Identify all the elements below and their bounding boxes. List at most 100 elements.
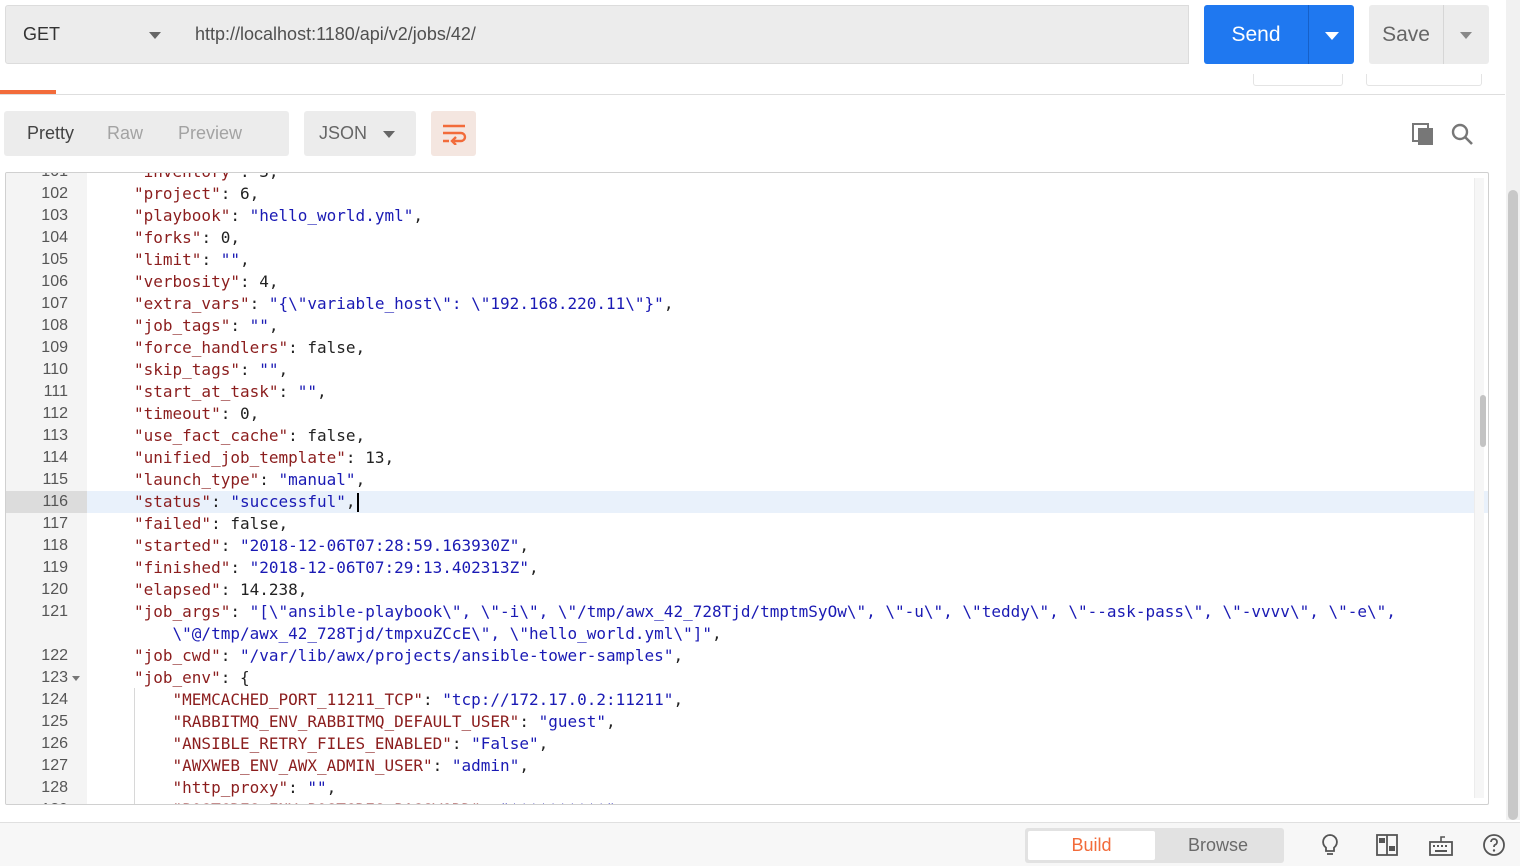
code-line[interactable]: 101 "inventory": 3, [6,173,1488,183]
code-line[interactable]: 114 "unified_job_template": 13, [6,447,1488,469]
json-string: "hello_world.yml" [249,206,414,225]
search-icon[interactable] [1450,122,1474,146]
code-line[interactable]: 116 "status": "successful", [6,491,1488,513]
two-pane-icon[interactable] [1375,833,1399,857]
json-key: "launch_type" [134,470,260,489]
code-line[interactable]: 126 "ANSIBLE_RETRY_FILES_ENABLED": "Fals… [6,733,1488,755]
method-select[interactable]: GET [5,5,180,64]
code-line[interactable]: 127 "AWXWEB_ENV_AWX_ADMIN_USER": "admin"… [6,755,1488,777]
editor-scrollbar[interactable] [1474,178,1484,798]
code-line[interactable]: 105 "limit": "", [6,249,1488,271]
json-key: "extra_vars" [134,294,250,313]
json-key: "started" [134,536,221,555]
json-key: "inventory" [134,173,240,181]
line-code: "force_handlers": false, [134,337,365,359]
code-line[interactable]: 112 "timeout": 0, [6,403,1488,425]
code-line[interactable]: 122 "job_cwd": "/var/lib/awx/projects/ans… [6,645,1488,667]
line-number: 111 [43,383,68,400]
line-code: "start_at_task": "", [134,381,327,403]
json-punct: : [201,250,221,269]
json-punct: , [239,250,250,269]
browse-button[interactable]: Browse [1155,831,1281,860]
code-line[interactable]: 119 "finished": "2018-12-06T07:29:13.4023… [6,557,1488,579]
json-string: "successful" [230,492,346,511]
code-line[interactable]: 128 "http_proxy": "", [6,777,1488,799]
line-code: "job_args": "[\"ansible-playbook\", \"-i… [134,601,1396,623]
json-key: "AWXWEB_ENV_AWX_ADMIN_USER" [134,756,433,775]
line-code: "use_fact_cache": false, [134,425,365,447]
url-input[interactable]: http://localhost:1180/api/v2/jobs/42/ [179,5,1189,64]
json-punct: , [326,778,337,797]
code-line[interactable]: 115 "launch_type": "manual", [6,469,1488,491]
tab-raw[interactable]: Raw [74,123,143,144]
format-select[interactable]: JSON [304,111,416,156]
build-browse-toggle: Build Browse [1025,828,1284,863]
code-line[interactable]: 111 "start_at_task": "", [6,381,1488,403]
fold-toggle-icon[interactable] [72,676,80,681]
tab-preview[interactable]: Preview [143,123,242,144]
code-line[interactable]: 124 "MEMCACHED_PORT_11211_TCP": "tcp://1… [6,689,1488,711]
code-line[interactable]: 118 "started": "2018-12-06T07:28:59.16393… [6,535,1488,557]
text-cursor [356,493,359,512]
send-button[interactable]: Send [1204,5,1308,64]
json-punct: : 13, [345,448,395,467]
send-options-button[interactable] [1308,5,1354,64]
code-line[interactable]: 120 "elapsed": 14.238, [6,579,1488,601]
code-line[interactable]: 117 "failed": false, [6,513,1488,535]
line-number: 120 [41,581,68,598]
keyboard-icon[interactable] [1429,833,1453,857]
code-line[interactable]: 121 "job_args": "[\"ansible-playbook\", \… [6,601,1488,623]
line-code: "project": 6, [134,183,259,205]
line-number: 122 [41,647,68,664]
json-key: "failed" [134,514,212,533]
code-line[interactable]: 125 "RABBITMQ_ENV_RABBITMQ_DEFAULT_USER"… [6,711,1488,733]
code-line[interactable]: 104 "forks": 0, [6,227,1488,249]
copy-icon[interactable] [1411,122,1435,146]
code-line[interactable]: 109 "force_handlers": false, [6,337,1488,359]
code-line[interactable]: 102 "project": 6, [6,183,1488,205]
help-icon[interactable] [1482,833,1506,857]
json-punct: , [616,800,626,804]
line-number: 119 [42,559,68,576]
json-punct: , [711,624,722,643]
save-button[interactable]: Save [1369,5,1443,64]
line-code: "ANSIBLE_RETRY_FILES_ENABLED": "False", [134,733,549,755]
tab-pretty[interactable]: Pretty [4,123,74,144]
line-number: 124 [41,691,68,708]
code-line[interactable]: 129 "POSTGRES_ENV_POSTGRES_PASSWORD": "*… [6,799,1488,804]
build-button[interactable]: Build [1028,831,1155,860]
code-line[interactable]: \"@/tmp/awx_42_728Tjd/tmpxuZCcE\", \"hel… [6,623,1488,645]
json-key: "MEMCACHED_PORT_11211_TCP" [134,690,423,709]
save-options-button[interactable] [1443,5,1489,64]
json-string: "**********" [500,800,616,804]
code-line[interactable]: 106 "verbosity": 4, [6,271,1488,293]
line-code: "limit": "", [134,249,250,271]
json-punct: : 4, [239,272,279,291]
response-body-editor[interactable]: 101 "inventory": 3, 102 "project": 6, 103 "pl… [5,172,1489,805]
editor-scrollbar-thumb[interactable] [1480,395,1486,447]
code-line[interactable]: 110 "skip_tags": "", [6,359,1488,381]
json-string: "admin" [451,756,520,775]
line-code: "job_cwd": "/var/lib/awx/projects/ansibl… [134,645,683,667]
json-punct: , [606,712,616,731]
json-punct: , [355,470,366,489]
json-punct: , [413,206,423,225]
json-key: "job_env" [134,668,221,687]
code-line[interactable]: 113 "use_fact_cache": false, [6,425,1488,447]
json-punct: : [451,734,472,753]
code-line[interactable]: 107 "extra_vars": "{\"variable_host\": \"… [6,293,1488,315]
wrap-lines-button[interactable] [431,111,476,156]
code-line[interactable]: 103 "playbook": "hello_world.yml", [6,205,1488,227]
line-code: "skip_tags": "", [134,359,288,381]
line-code: "finished": "2018-12-06T07:29:13.402313Z… [134,557,539,579]
json-punct: : [519,712,539,731]
json-punct: , [673,690,684,709]
bulb-icon[interactable] [1318,833,1342,857]
code-line[interactable]: 123 "job_env": { [6,667,1488,689]
status-bar: Build Browse [0,822,1520,866]
page-scrollbar-thumb[interactable] [1508,190,1518,820]
json-key: "verbosity" [134,272,240,291]
json-punct: : 0, [201,228,240,247]
chevron-down-icon [149,32,161,39]
code-line[interactable]: 108 "job_tags": "", [6,315,1488,337]
